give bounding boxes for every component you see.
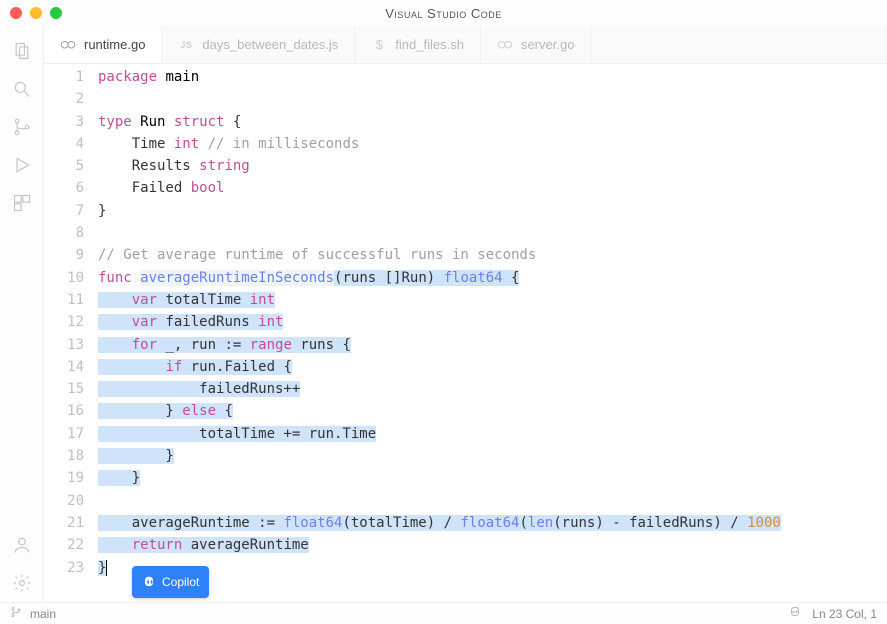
code-line[interactable]: } (94, 445, 887, 467)
line-number: 8 (44, 222, 84, 244)
line-number: 13 (44, 334, 84, 356)
explorer-icon[interactable] (9, 38, 35, 64)
copilot-button[interactable]: Copilot (132, 566, 209, 598)
line-number-gutter: 1234567891011121314151617181920212223 (44, 66, 94, 602)
title-bar: Visual Studio Code (0, 0, 887, 26)
line-number: 5 (44, 155, 84, 177)
code-line[interactable]: failedRuns++ (94, 378, 887, 400)
tab-label: find_files.sh (395, 37, 464, 52)
go-file-icon (497, 38, 513, 52)
copilot-status-icon[interactable] (788, 605, 802, 622)
go-file-icon (60, 38, 76, 52)
tab-label: runtime.go (84, 37, 145, 52)
tab-label: server.go (521, 37, 574, 52)
line-number: 12 (44, 311, 84, 333)
code-line[interactable]: Time int // in milliseconds (94, 133, 887, 155)
search-icon[interactable] (9, 76, 35, 102)
code-line[interactable]: } (94, 467, 887, 489)
line-number: 15 (44, 378, 84, 400)
code-line[interactable] (94, 490, 887, 512)
code-line[interactable] (94, 222, 887, 244)
line-number: 20 (44, 490, 84, 512)
window-controls (10, 7, 62, 19)
code-line[interactable]: var failedRuns int (94, 311, 887, 333)
code-editor[interactable]: 1234567891011121314151617181920212223 pa… (44, 64, 887, 602)
line-number: 23 (44, 557, 84, 579)
line-number: 3 (44, 111, 84, 133)
editor-tab[interactable]: runtime.go (44, 26, 162, 63)
accounts-icon[interactable] (9, 532, 35, 558)
code-line[interactable]: return averageRuntime (94, 534, 887, 556)
line-number: 6 (44, 177, 84, 199)
code-line[interactable]: var totalTime int (94, 289, 887, 311)
settings-gear-icon[interactable] (9, 570, 35, 596)
activity-bar (0, 26, 44, 602)
code-line[interactable]: // Get average runtime of successful run… (94, 244, 887, 266)
copilot-icon (142, 575, 156, 589)
code-line[interactable] (94, 88, 887, 110)
code-line[interactable]: } (94, 557, 887, 579)
line-number: 7 (44, 200, 84, 222)
editor-tab[interactable]: server.go (481, 26, 591, 63)
line-number: 18 (44, 445, 84, 467)
line-number: 1 (44, 66, 84, 88)
code-line[interactable]: for _, run := range runs { (94, 334, 887, 356)
source-control-icon[interactable] (9, 114, 35, 140)
line-number: 4 (44, 133, 84, 155)
code-line[interactable]: if run.Failed { (94, 356, 887, 378)
line-number: 2 (44, 88, 84, 110)
maximize-window-button[interactable] (50, 7, 62, 19)
branch-name[interactable]: main (30, 607, 56, 621)
line-number: 17 (44, 423, 84, 445)
code-line[interactable]: Results string (94, 155, 887, 177)
shell-file-icon: $ (371, 38, 387, 52)
line-number: 14 (44, 356, 84, 378)
extensions-icon[interactable] (9, 190, 35, 216)
editor-tabs: runtime.go JS days_between_dates.js $ find_f… (44, 26, 887, 64)
code-line[interactable]: func averageRuntimeInSeconds(runs []Run)… (94, 267, 887, 289)
tab-label: days_between_dates.js (202, 37, 338, 52)
code-content[interactable]: package main type Run struct { Time int /… (94, 66, 887, 602)
line-number: 21 (44, 512, 84, 534)
code-line[interactable]: Failed bool (94, 177, 887, 199)
code-line[interactable]: totalTime += run.Time (94, 423, 887, 445)
code-line[interactable]: } (94, 200, 887, 222)
status-bar: main Ln 23 Col, 1 (0, 602, 887, 624)
run-debug-icon[interactable] (9, 152, 35, 178)
editor-tab[interactable]: JS days_between_dates.js (162, 26, 355, 63)
line-number: 9 (44, 244, 84, 266)
window-title: Visual Studio Code (0, 6, 887, 21)
line-number: 22 (44, 534, 84, 556)
line-number: 11 (44, 289, 84, 311)
code-line[interactable]: averageRuntime := float64(totalTime) / f… (94, 512, 887, 534)
branch-icon[interactable] (10, 606, 22, 621)
copilot-label: Copilot (162, 571, 199, 593)
line-number: 16 (44, 400, 84, 422)
code-line[interactable]: type Run struct { (94, 111, 887, 133)
line-number: 10 (44, 267, 84, 289)
js-file-icon: JS (178, 38, 194, 52)
code-line[interactable]: } else { (94, 400, 887, 422)
cursor-position[interactable]: Ln 23 Col, 1 (812, 607, 877, 621)
code-line[interactable]: package main (94, 66, 887, 88)
line-number: 19 (44, 467, 84, 489)
minimize-window-button[interactable] (30, 7, 42, 19)
editor-tab[interactable]: $ find_files.sh (355, 26, 481, 63)
close-window-button[interactable] (10, 7, 22, 19)
